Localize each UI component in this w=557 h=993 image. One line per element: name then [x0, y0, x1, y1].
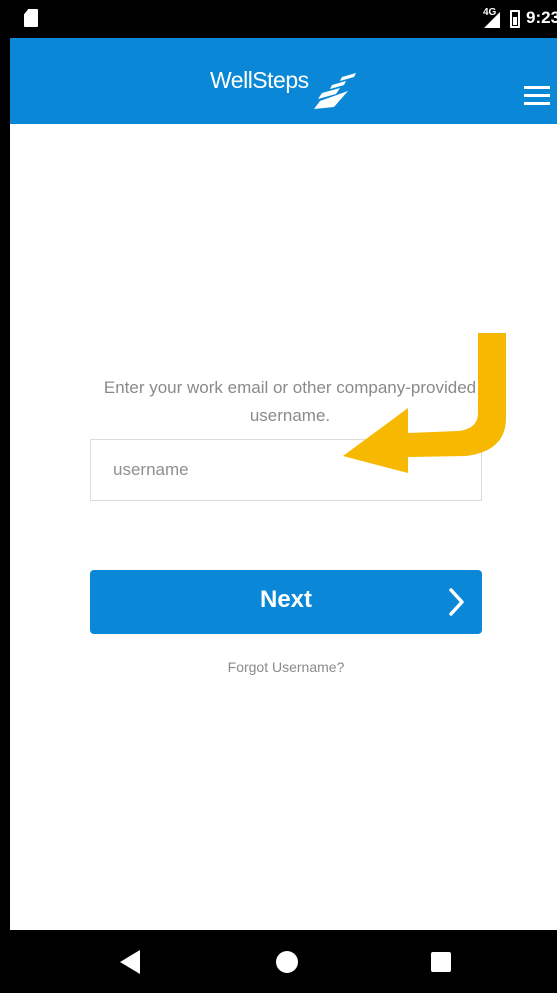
forgot-username-link[interactable]: Forgot Username? [90, 659, 482, 675]
status-bar: 4G 9:23 [10, 0, 557, 38]
recents-icon[interactable] [431, 952, 451, 972]
app-header: WellSteps [10, 38, 557, 124]
home-icon[interactable] [276, 951, 298, 973]
logo-text: WellSteps [210, 67, 309, 93]
phone-screen: 4G 9:23 WellSteps Enter your work email … [0, 0, 557, 993]
curved-arrow-icon [343, 333, 506, 473]
status-time: 9:23 [526, 8, 557, 27]
next-button-label: Next [259, 586, 313, 613]
logo-steps-icon [314, 73, 356, 109]
wellsteps-logo: WellSteps [210, 63, 390, 123]
app-content: WellSteps Enter your work email or other… [10, 38, 557, 930]
back-icon[interactable] [120, 950, 142, 974]
chevron-right-icon [449, 588, 464, 616]
hamburger-menu-icon[interactable] [524, 86, 550, 106]
battery-icon [510, 10, 520, 28]
next-button[interactable]: Next [90, 570, 482, 634]
android-nav-bar [0, 930, 557, 993]
signal-icon [484, 12, 500, 28]
sd-card-icon [24, 9, 38, 27]
